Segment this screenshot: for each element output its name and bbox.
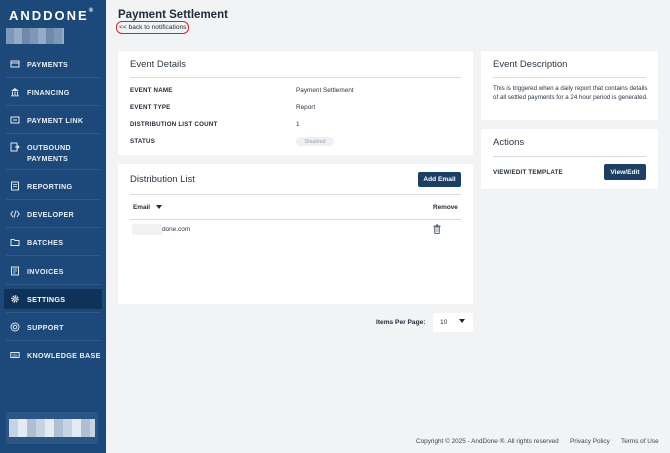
email-column-header[interactable]: Email xyxy=(133,204,162,211)
distribution-list-title: Distribution List xyxy=(130,174,195,185)
sidebar: ANDDONE® PAYMENTS FINANCING PAYMENT LINK… xyxy=(0,0,106,453)
sidebar-divider xyxy=(6,105,100,106)
event-type-value: Report xyxy=(296,104,316,111)
sidebar-item-payment-link[interactable]: PAYMENT LINK xyxy=(4,110,102,130)
event-name-label: EVENT NAME xyxy=(130,87,173,94)
sidebar-item-knowledge-base[interactable]: KNOWLEDGE BASE xyxy=(4,345,102,365)
folder-icon xyxy=(10,239,20,246)
sort-down-icon xyxy=(155,205,162,210)
remove-column-header: Remove xyxy=(433,204,458,211)
link-icon xyxy=(10,116,20,124)
event-description-card: Event Description This is triggered when… xyxy=(481,51,658,120)
user-profile[interactable] xyxy=(6,412,98,444)
sidebar-divider xyxy=(6,227,100,228)
redacted-account-name xyxy=(6,28,64,44)
distribution-list-card: Distribution List Add Email Email Remove… xyxy=(118,164,473,304)
sidebar-divider xyxy=(6,169,100,170)
sidebar-item-invoices[interactable]: INVOICES xyxy=(4,261,102,281)
invoice-icon xyxy=(11,266,19,276)
redacted-email-prefix xyxy=(132,224,162,235)
bank-icon xyxy=(11,88,19,97)
privacy-policy-link[interactable]: Privacy Policy xyxy=(570,438,610,445)
sidebar-divider xyxy=(6,255,100,256)
distribution-list-count-value: 1 xyxy=(296,121,300,128)
sidebar-divider xyxy=(6,133,100,134)
items-per-page-label: Items Per Page: xyxy=(376,319,426,326)
sidebar-item-reporting[interactable]: REPORTING xyxy=(4,176,102,196)
view-edit-button[interactable]: View/Edit xyxy=(604,164,646,180)
event-name-value: Payment Settlement xyxy=(296,87,354,94)
sidebar-item-batches[interactable]: BATCHES xyxy=(4,232,102,252)
sidebar-item-outbound-payments[interactable]: OUTBOUND PAYMENTS xyxy=(4,138,102,164)
footer-copyright: Copyright © 2025 - AndDone ®. All rights… xyxy=(416,438,559,445)
code-icon xyxy=(10,210,20,218)
page-title: Payment Settlement xyxy=(118,9,228,21)
trash-icon[interactable] xyxy=(433,224,441,234)
terms-of-use-link[interactable]: Terms of Use xyxy=(621,438,659,445)
status-toggle[interactable]: Disabled xyxy=(296,137,334,146)
report-icon xyxy=(11,181,19,191)
support-icon xyxy=(10,322,20,332)
redacted-user-name xyxy=(9,419,95,437)
divider xyxy=(493,77,646,78)
actions-card: Actions VIEW/EDIT TEMPLATE View/Edit xyxy=(481,129,658,189)
view-edit-template-label: VIEW/EDIT TEMPLATE xyxy=(493,169,563,176)
back-to-notifications-link[interactable]: << back to notifications xyxy=(116,21,190,34)
items-per-page-select[interactable]: 10 xyxy=(433,313,473,332)
chevron-down-icon xyxy=(459,319,465,323)
event-description-text: This is triggered when a daily report th… xyxy=(493,85,648,101)
sidebar-divider xyxy=(6,312,100,313)
sidebar-divider xyxy=(6,77,100,78)
divider xyxy=(130,194,461,195)
divider xyxy=(130,77,461,78)
event-type-label: EVENT TYPE xyxy=(130,104,171,111)
event-details-title: Event Details xyxy=(130,59,186,70)
outbound-icon xyxy=(10,142,20,152)
distribution-list-count-label: DISTRIBUTION LIST COUNT xyxy=(130,121,218,128)
sidebar-item-payments[interactable]: PAYMENTS xyxy=(4,54,102,74)
keyboard-icon xyxy=(10,352,20,358)
sidebar-divider xyxy=(6,284,100,285)
actions-title: Actions xyxy=(493,137,525,148)
sidebar-item-financing[interactable]: FINANCING xyxy=(4,82,102,102)
email-cell: done.com xyxy=(162,226,191,233)
add-email-button[interactable]: Add Email xyxy=(418,172,461,187)
gear-icon xyxy=(11,295,19,303)
payments-icon xyxy=(10,60,20,68)
sidebar-item-developer[interactable]: DEVELOPER xyxy=(4,204,102,224)
divider xyxy=(130,219,461,220)
logo[interactable]: ANDDONE® xyxy=(9,8,93,23)
sidebar-item-support[interactable]: SUPPORT xyxy=(4,317,102,337)
event-details-card: Event Details EVENT NAME Payment Settlem… xyxy=(118,51,473,155)
sidebar-divider xyxy=(6,340,100,341)
sidebar-divider xyxy=(6,199,100,200)
event-description-title: Event Description xyxy=(493,59,568,70)
sidebar-item-settings[interactable]: SETTINGS xyxy=(4,289,102,309)
divider xyxy=(493,156,646,157)
status-label: STATUS xyxy=(130,138,156,145)
